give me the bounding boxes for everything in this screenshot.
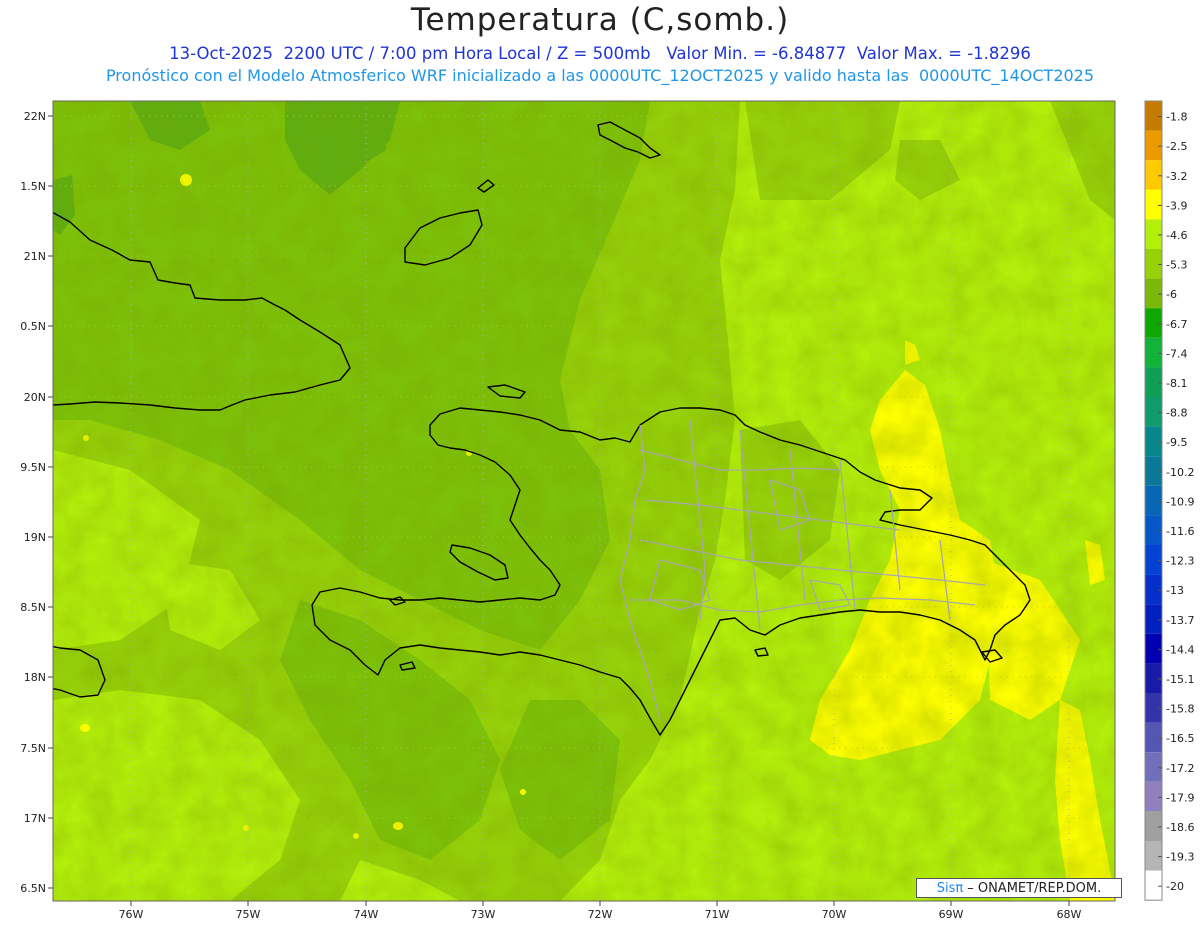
color-scale-label: -17.2	[1166, 762, 1194, 775]
color-scale-label: -6	[1166, 288, 1177, 301]
map-figure: 22N 1.5N 21N 0.5N 20N 9.5N 19N 8.5N 18N …	[20, 100, 1194, 921]
color-scale-label: -16.5	[1166, 732, 1194, 745]
color-scale-swatch	[1145, 545, 1162, 575]
lon-label: 74W	[354, 908, 379, 921]
color-scale-label: -9.5	[1166, 436, 1187, 449]
color-scale-label: -17.9	[1166, 791, 1194, 804]
color-scale-label: -10.9	[1166, 495, 1194, 508]
sispi-logo: Sisπ	[936, 880, 964, 896]
color-scale-label: -13	[1166, 584, 1184, 597]
color-scale-label: -8.8	[1166, 407, 1187, 420]
lat-label: 18N	[24, 671, 46, 684]
color-scale-swatch	[1145, 693, 1162, 723]
color-scale-swatch	[1145, 308, 1162, 338]
color-scale-swatch	[1145, 249, 1162, 279]
color-scale-label: -20	[1166, 880, 1184, 893]
color-scale-swatch	[1145, 574, 1162, 605]
color-scale-label: -2.5	[1166, 140, 1187, 153]
lon-label: 69W	[939, 908, 964, 921]
color-scale-swatch	[1145, 337, 1162, 368]
color-scale-swatch	[1145, 633, 1162, 664]
color-scale-swatch	[1145, 604, 1162, 634]
color-scale-label: -11.6	[1166, 525, 1194, 538]
color-scale-swatch	[1145, 663, 1162, 693]
lat-label: 0.5N	[20, 320, 46, 333]
lat-label: 22N	[24, 110, 46, 123]
color-scale-swatch	[1145, 278, 1162, 309]
color-scale-label: -15.1	[1166, 673, 1194, 686]
lat-label: 9.5N	[20, 461, 46, 474]
field-texture	[53, 101, 1115, 901]
latitude-labels: 22N 1.5N 21N 0.5N 20N 9.5N 19N 8.5N 18N …	[20, 110, 46, 895]
lon-label: 68W	[1057, 908, 1082, 921]
color-scale-bar: -1.8 -2.5 -3.2 -3.9 -4.6 -5.3 -6 -6.7 -7.4 -8.1 -8…	[1144, 100, 1194, 901]
longitude-labels: 76W 75W 74W 73W 72W 71W 70W 69W 68W	[119, 908, 1082, 921]
lat-label: 20N	[24, 391, 46, 404]
color-scale-swatch	[1145, 456, 1162, 486]
color-scale-label: -8.1	[1166, 377, 1187, 390]
color-scale-swatch	[1145, 515, 1162, 545]
color-scale-swatch	[1145, 781, 1162, 812]
color-scale-swatch	[1145, 160, 1162, 190]
color-scale-swatch	[1145, 811, 1162, 841]
color-scale-swatch	[1145, 752, 1162, 782]
color-scale-swatch	[1145, 367, 1162, 397]
color-scale-label: -3.9	[1166, 199, 1187, 212]
color-scale-label: -10.2	[1166, 466, 1194, 479]
lat-label: 7.5N	[20, 742, 46, 755]
color-scale-swatch	[1145, 722, 1162, 753]
color-scale-label: -5.3	[1166, 259, 1187, 272]
lon-label: 70W	[822, 908, 847, 921]
lon-label: 76W	[119, 908, 144, 921]
lat-label: 19N	[24, 531, 46, 544]
color-scale-swatch	[1145, 219, 1162, 249]
color-scale-label: -6.7	[1166, 318, 1187, 331]
color-scale-label: -1.8	[1166, 111, 1187, 124]
lon-label: 71W	[705, 908, 730, 921]
color-scale-swatch	[1145, 841, 1162, 871]
lat-label: 1.5N	[20, 180, 46, 193]
lat-label: 17N	[24, 812, 46, 825]
color-scale-label: -12.3	[1166, 555, 1194, 568]
color-scale-swatch	[1145, 397, 1162, 427]
color-scale-label: -15.8	[1166, 703, 1194, 716]
lon-label: 73W	[471, 908, 496, 921]
credit-org: – ONAMET/REP.DOM.	[967, 880, 1102, 896]
color-scale-label: -18.6	[1166, 821, 1194, 834]
color-scale-label: -13.7	[1166, 614, 1194, 627]
lon-label: 72W	[588, 908, 613, 921]
color-scale-swatch	[1145, 130, 1162, 161]
color-scale-swatch	[1145, 189, 1162, 220]
color-scale-label: -4.6	[1166, 229, 1187, 242]
color-scale-label: -14.4	[1166, 643, 1194, 656]
temperature-field	[53, 101, 1115, 901]
color-scale-swatch	[1145, 485, 1162, 516]
lat-label: 6.5N	[20, 882, 46, 895]
lat-label: 21N	[24, 250, 46, 263]
color-scale-swatch	[1145, 426, 1162, 457]
lon-label: 75W	[236, 908, 261, 921]
color-scale-swatch	[1145, 870, 1162, 901]
color-scale-label: -7.4	[1166, 347, 1187, 360]
color-scale-label: -19.3	[1166, 851, 1194, 864]
lat-label: 8.5N	[20, 601, 46, 614]
color-scale-swatch	[1145, 101, 1162, 131]
credit-box: Sisπ – ONAMET/REP.DOM.	[916, 878, 1122, 898]
color-scale-label: -3.2	[1166, 170, 1187, 183]
